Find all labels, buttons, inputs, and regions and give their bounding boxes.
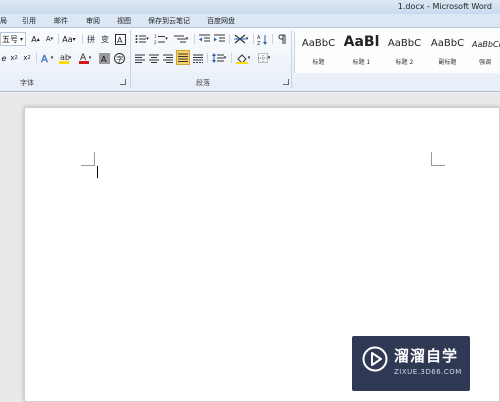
divider xyxy=(272,34,273,44)
align-left-icon[interactable] xyxy=(134,51,146,65)
divider xyxy=(58,34,59,44)
shrink-font-icon[interactable]: A ▾ xyxy=(43,32,56,46)
bullets-icon[interactable]: ▾ xyxy=(134,32,150,46)
watermark-logo: 溜溜自学 ZIXUE.3D66.COM xyxy=(352,336,470,391)
style-heading-2[interactable]: AaBbC 标题 2 xyxy=(383,31,426,73)
tab-save-to-cloud-note[interactable]: 保存到云笔记 xyxy=(148,16,190,26)
play-logo-icon xyxy=(362,346,388,372)
svg-text:A: A xyxy=(41,54,48,64)
character-border-icon[interactable]: 变 xyxy=(100,32,112,46)
text-cursor xyxy=(97,166,98,178)
font-size-select[interactable]: 五号 ▾ xyxy=(0,32,26,46)
svg-text:1: 1 xyxy=(154,34,157,39)
style-preview: AaBbC xyxy=(430,38,465,49)
margin-marker-top-right xyxy=(431,152,445,166)
svg-text:2: 2 xyxy=(154,40,157,44)
sort-icon[interactable]: AZ xyxy=(256,32,269,46)
char-shading-icon[interactable]: A xyxy=(98,51,110,65)
svg-text:Z: Z xyxy=(257,41,261,45)
window-title: 1.docx - Microsoft Word xyxy=(397,2,492,11)
title-bar: 1.docx - Microsoft Word xyxy=(0,0,500,14)
font-color-icon[interactable]: A ▾ xyxy=(77,51,93,65)
distributed-icon[interactable] xyxy=(192,51,204,65)
font-group-label: 字体 xyxy=(20,79,34,87)
shading-icon[interactable]: ▾ xyxy=(234,51,252,65)
superscript-icon[interactable]: x2 xyxy=(21,51,33,65)
text-effect-icon[interactable]: A ▾ xyxy=(39,51,55,65)
margin-marker-top-left xyxy=(81,152,95,166)
divider xyxy=(194,34,195,44)
borders-icon[interactable]: ▾ xyxy=(255,51,273,65)
decrease-indent-icon[interactable] xyxy=(198,32,211,46)
increase-indent-icon[interactable] xyxy=(213,32,226,46)
style-title[interactable]: AaBbC 标题 xyxy=(297,31,340,73)
svg-text:A: A xyxy=(101,55,107,64)
group-divider xyxy=(130,30,131,88)
change-case-button[interactable]: Aa ▾ xyxy=(60,32,78,46)
style-preview: AaBbC xyxy=(301,38,336,49)
style-name: 副标题 xyxy=(438,59,457,66)
italic-icon[interactable]: e xyxy=(0,51,8,65)
tab-layout[interactable]: 局 xyxy=(0,16,7,26)
chinese-layout-icon[interactable]: ▾ xyxy=(232,32,250,46)
divider xyxy=(82,34,83,44)
style-subtitle[interactable]: AaBbC 副标题 xyxy=(426,31,469,73)
tab-review[interactable]: 审阅 xyxy=(86,16,100,26)
watermark-title: 溜溜自学 xyxy=(394,347,459,365)
divider xyxy=(231,53,232,63)
svg-text:拼: 拼 xyxy=(87,34,95,44)
svg-text:ab: ab xyxy=(60,53,69,62)
style-preview: AaBl xyxy=(343,34,380,50)
style-emphasis[interactable]: AaBbCcL 强调 xyxy=(469,31,500,73)
style-name: 标题 2 xyxy=(395,59,414,66)
tab-baidu-netdisk[interactable]: 百度网盘 xyxy=(207,16,235,26)
line-spacing-icon[interactable]: ▾ xyxy=(210,51,228,65)
style-name: 标题 1 xyxy=(352,59,371,66)
enclose-char-icon[interactable]: A xyxy=(114,32,126,46)
styles-gallery: AaBbC 标题 AaBl 标题 1 AaBbC 标题 2 AaBbC 副标题 … xyxy=(294,31,500,73)
enclosed-character-icon[interactable]: 字 xyxy=(112,51,126,65)
align-right-icon[interactable] xyxy=(162,51,174,65)
tab-references[interactable]: 引用 xyxy=(22,16,36,26)
svg-text:变: 变 xyxy=(101,34,109,44)
font-size-value: 五号 xyxy=(2,34,18,44)
svg-text:A: A xyxy=(117,36,123,45)
font-dialog-launcher-icon[interactable] xyxy=(120,79,126,85)
chevron-down-icon: ▾ xyxy=(20,35,24,43)
tab-view[interactable]: 视图 xyxy=(117,16,131,26)
style-name: 标题 xyxy=(312,59,325,66)
align-center-icon[interactable] xyxy=(148,51,160,65)
change-case-label: Aa xyxy=(62,34,73,44)
style-preview: AaBbCcL xyxy=(472,40,500,49)
divider xyxy=(207,53,208,63)
pinyin-guide-icon[interactable]: 拼 xyxy=(86,32,98,46)
highlight-color-icon[interactable]: ab ▾ xyxy=(57,51,73,65)
svg-text:字: 字 xyxy=(116,54,123,63)
paragraph-dialog-launcher-icon[interactable] xyxy=(283,79,289,85)
numbering-icon[interactable]: 1 2 ▾ xyxy=(153,32,169,46)
divider xyxy=(229,34,230,44)
grow-font-icon[interactable]: A ▴ xyxy=(29,32,42,46)
multilevel-list-icon[interactable]: ▾ xyxy=(172,32,190,46)
ribbon-tab-bar: 局 引用 邮件 审阅 视图 保存到云笔记 百度网盘 xyxy=(0,14,500,28)
style-heading-1[interactable]: AaBl 标题 1 xyxy=(340,31,383,73)
style-name: 强调 xyxy=(478,59,491,66)
style-preview: AaBbC xyxy=(387,38,422,49)
justify-button[interactable] xyxy=(176,50,190,65)
divider xyxy=(253,34,254,44)
group-divider xyxy=(291,30,292,88)
justify-icon xyxy=(178,53,188,62)
show-marks-icon[interactable] xyxy=(276,32,288,46)
divider xyxy=(36,53,37,63)
watermark-subtitle: ZIXUE.3D66.COM xyxy=(394,368,462,376)
subscript-icon[interactable]: x2 xyxy=(8,51,20,65)
paragraph-group-label: 段落 xyxy=(196,79,210,87)
tab-mailings[interactable]: 邮件 xyxy=(54,16,68,26)
